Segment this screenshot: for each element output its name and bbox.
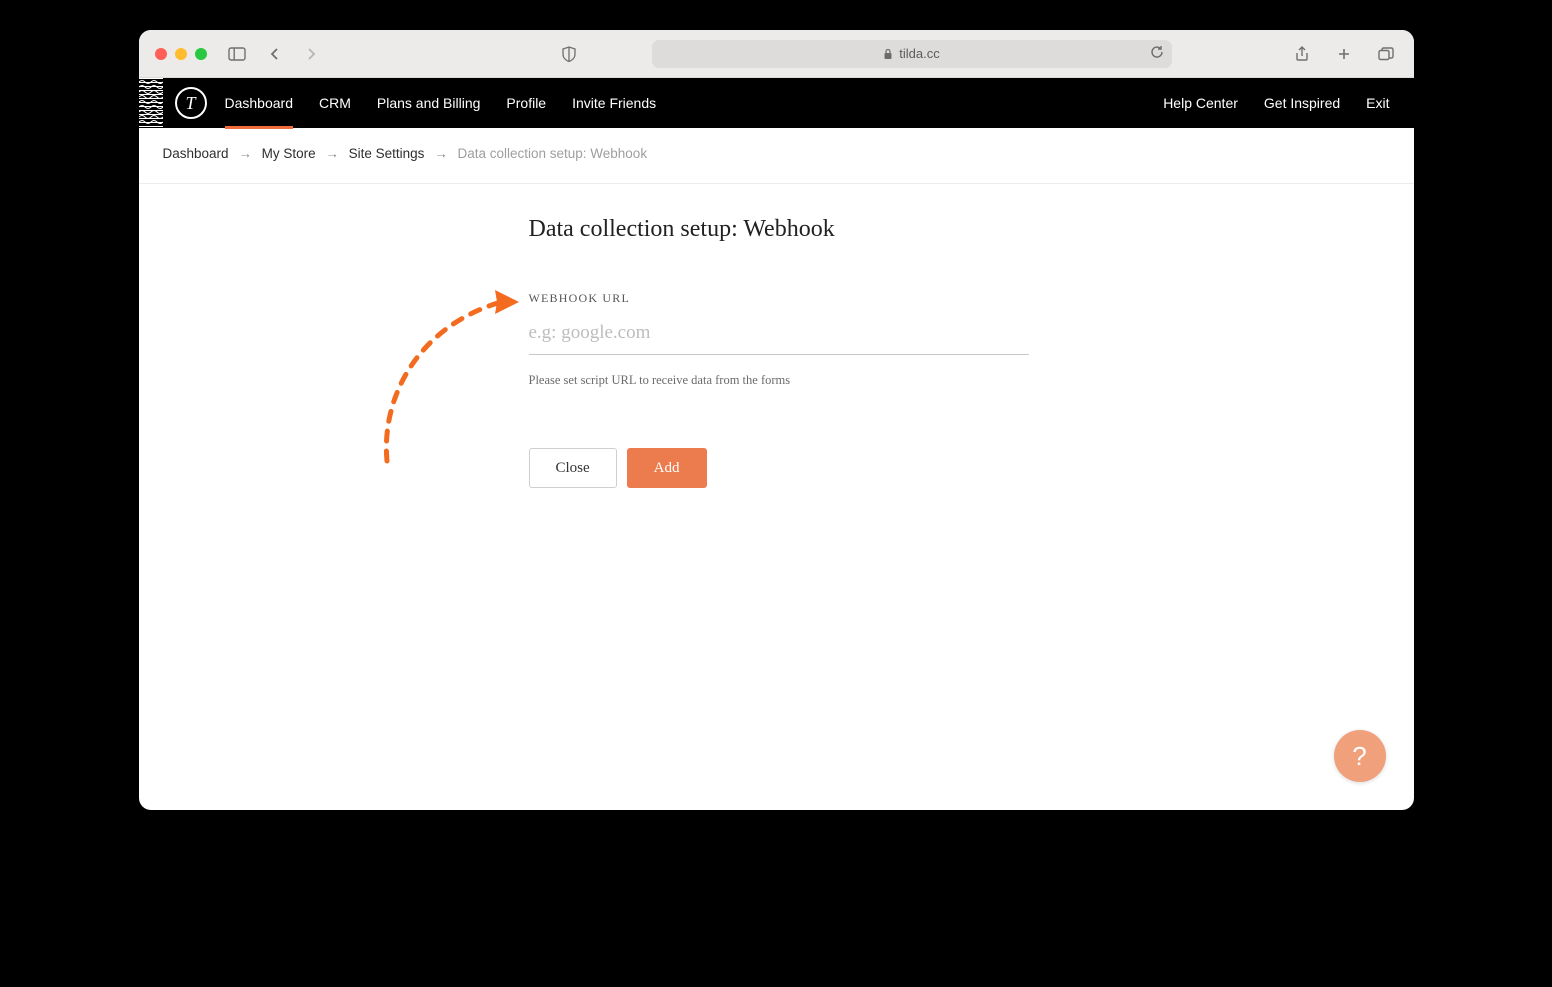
- new-tab-icon[interactable]: [1332, 42, 1356, 66]
- crumb-sep: →: [434, 146, 448, 161]
- crumb-current: Data collection setup: Webhook: [457, 146, 647, 161]
- sidebar-toggle-icon[interactable]: [225, 42, 249, 66]
- nav-link-crm[interactable]: CRM: [319, 78, 351, 128]
- page-title: Data collection setup: Webhook: [529, 216, 1029, 243]
- webhook-url-input[interactable]: [529, 316, 1029, 355]
- back-button[interactable]: [263, 42, 287, 66]
- lock-icon: [883, 48, 893, 60]
- browser-chrome: tilda.cc: [139, 30, 1414, 78]
- form: Data collection setup: Webhook WEBHOOK U…: [529, 216, 1029, 488]
- logo[interactable]: T: [175, 87, 207, 119]
- webhook-url-help: Please set script URL to receive data fr…: [529, 373, 1029, 388]
- form-actions: Close Add: [529, 448, 1029, 488]
- reload-icon[interactable]: [1150, 45, 1164, 62]
- window-close-button[interactable]: [155, 48, 167, 60]
- main-content: Data collection setup: Webhook WEBHOOK U…: [139, 184, 1414, 810]
- nav-link-dashboard[interactable]: Dashboard: [225, 78, 294, 128]
- nav-link-help-center[interactable]: Help Center: [1163, 95, 1238, 111]
- forward-button[interactable]: [299, 42, 323, 66]
- wavy-pattern-icon: [139, 78, 163, 128]
- shield-icon[interactable]: [557, 42, 581, 66]
- crumb-sep: →: [238, 146, 252, 161]
- topnav: T Dashboard CRM Plans and Billing Profil…: [139, 78, 1414, 128]
- nav-link-invite[interactable]: Invite Friends: [572, 78, 656, 128]
- address-host: tilda.cc: [899, 46, 939, 61]
- window-minimize-button[interactable]: [175, 48, 187, 60]
- annotation-arrow-icon: [369, 286, 529, 466]
- crumb-dashboard[interactable]: Dashboard: [163, 146, 229, 161]
- crumb-site-settings[interactable]: Site Settings: [349, 146, 425, 161]
- nav-links: Dashboard CRM Plans and Billing Profile …: [225, 78, 657, 128]
- nav-link-get-inspired[interactable]: Get Inspired: [1264, 95, 1340, 111]
- crumb-mystore[interactable]: My Store: [262, 146, 316, 161]
- nav-link-profile[interactable]: Profile: [506, 78, 546, 128]
- window-zoom-button[interactable]: [195, 48, 207, 60]
- breadcrumb: Dashboard → My Store → Site Settings → D…: [139, 128, 1414, 184]
- nav-right: Help Center Get Inspired Exit: [1163, 95, 1389, 111]
- webhook-url-label: WEBHOOK URL: [529, 291, 1029, 306]
- add-button[interactable]: Add: [627, 448, 707, 488]
- share-icon[interactable]: [1290, 42, 1314, 66]
- address-bar[interactable]: tilda.cc: [652, 40, 1172, 68]
- browser-window: tilda.cc: [139, 30, 1414, 810]
- nav-link-exit[interactable]: Exit: [1366, 95, 1389, 111]
- logo-letter: T: [185, 93, 195, 114]
- nav-link-plans[interactable]: Plans and Billing: [377, 78, 481, 128]
- traffic-lights: [155, 48, 207, 60]
- crumb-sep: →: [325, 146, 339, 161]
- help-fab-label: ?: [1352, 741, 1366, 772]
- help-fab[interactable]: ?: [1334, 730, 1386, 782]
- close-button[interactable]: Close: [529, 448, 617, 488]
- tabs-overview-icon[interactable]: [1374, 42, 1398, 66]
